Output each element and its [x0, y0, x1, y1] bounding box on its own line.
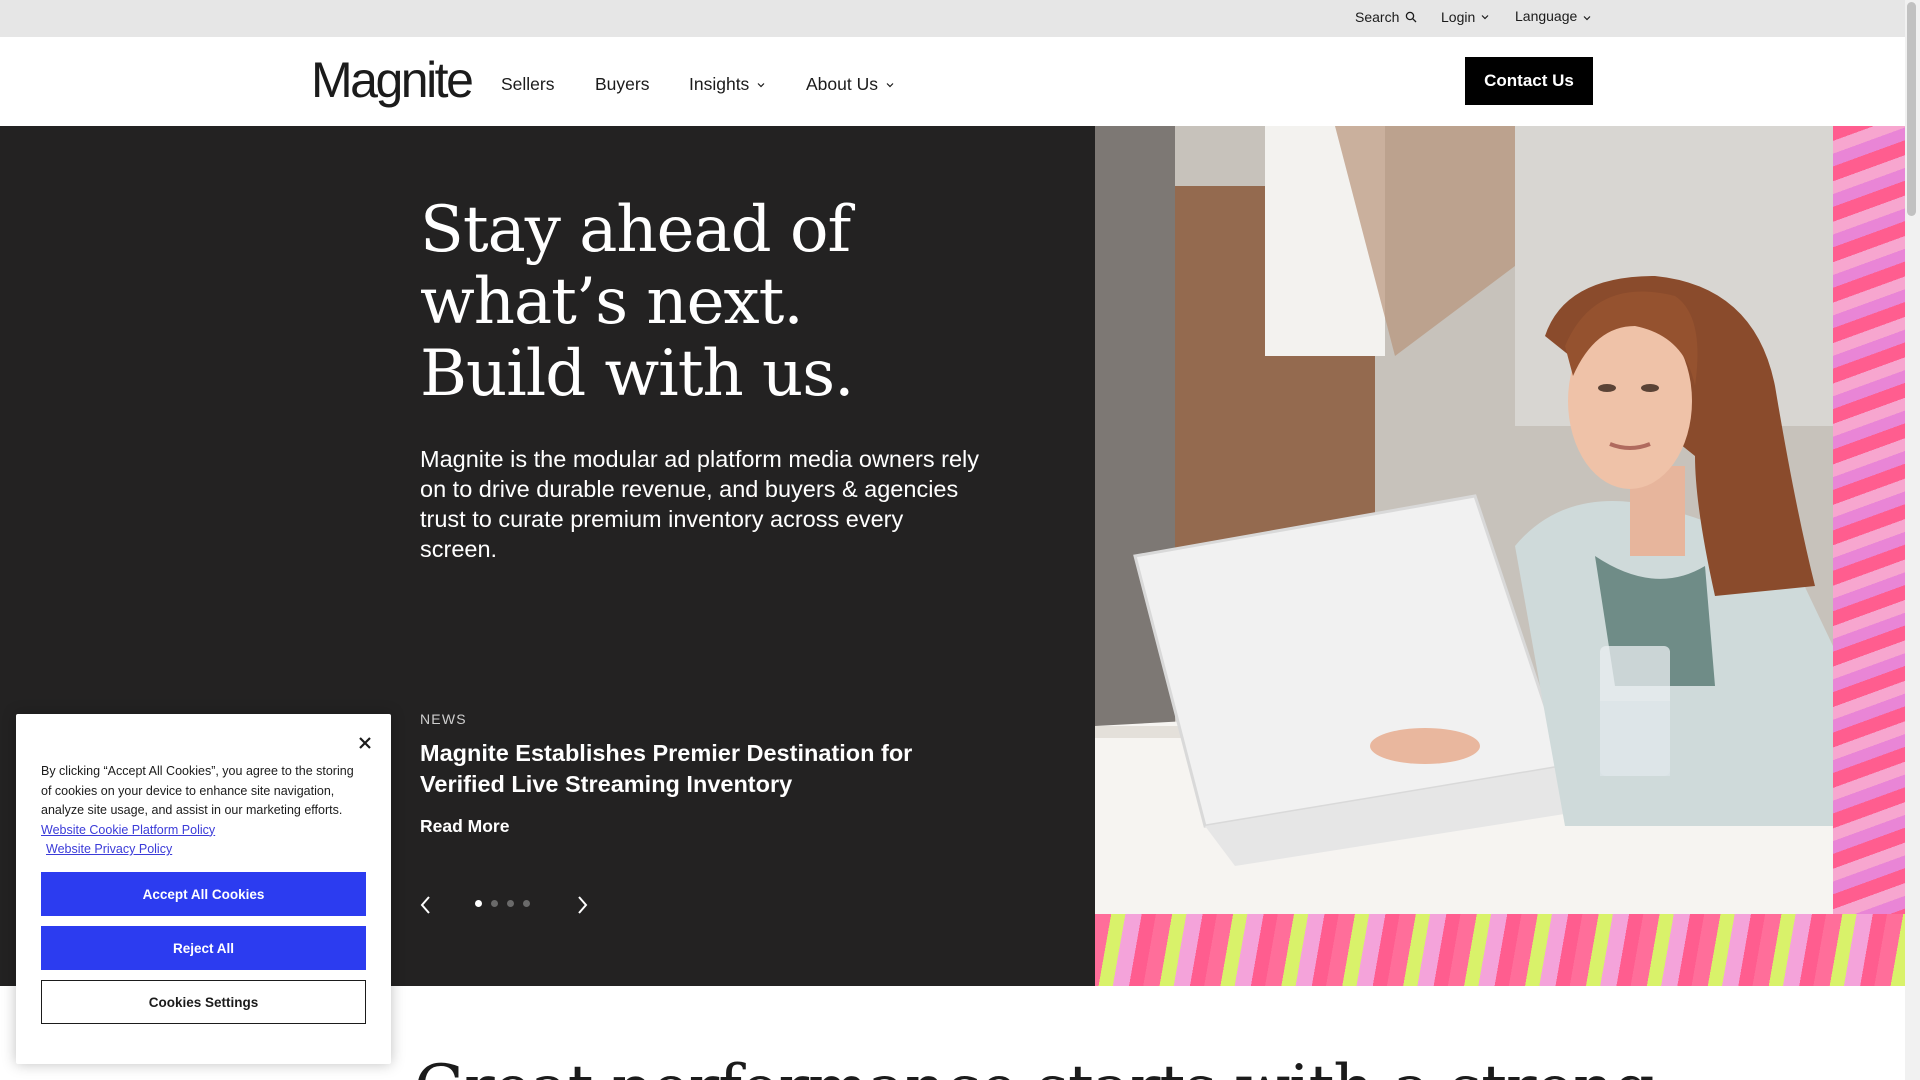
search-label: Search	[1355, 9, 1400, 25]
utility-bar: Search Login Language	[0, 0, 1905, 37]
hero-title: Stay ahead of what’s next. Build with us…	[420, 194, 940, 410]
scrollbar-thumb[interactable]	[1907, 2, 1916, 216]
nav-buyers-label: Buyers	[595, 74, 650, 94]
hero-title-line: Build with us.	[420, 337, 854, 411]
reject-all-button[interactable]: Reject All	[41, 926, 366, 970]
section-heading: Great performance starts with a strong	[414, 1052, 1654, 1080]
hero-title-line: Stay ahead of	[420, 193, 851, 267]
carousel-dot[interactable]	[523, 900, 530, 907]
accept-all-cookies-button[interactable]: Accept All Cookies	[41, 872, 366, 916]
cookie-policy-link[interactable]: Website Cookie Platform Policy	[41, 823, 215, 837]
chevron-left-icon[interactable]	[416, 893, 436, 917]
hero-image	[1095, 126, 1905, 986]
carousel-dots	[475, 900, 530, 907]
nav-sellers-label: Sellers	[501, 74, 555, 94]
nav-about-label: About Us	[806, 74, 878, 94]
nav-about-us[interactable]: About Us	[806, 74, 894, 95]
carousel-dot[interactable]	[491, 900, 498, 907]
cookie-text: By clicking “Accept All Cookies”, you ag…	[41, 762, 356, 860]
hero-title-line: what’s next.	[420, 265, 804, 339]
language-menu[interactable]: Language	[1515, 8, 1591, 24]
nav-sellers[interactable]: Sellers	[501, 74, 555, 95]
language-label: Language	[1515, 8, 1578, 24]
magnite-logo[interactable]: Magnite	[311, 55, 474, 105]
carousel-dot[interactable]	[475, 900, 482, 907]
chevron-down-icon	[1481, 15, 1489, 20]
photo-illustration	[1095, 126, 1833, 914]
woman-at-laptop-photo	[1095, 126, 1833, 914]
decorative-swirl	[1833, 126, 1905, 986]
login-menu[interactable]: Login	[1441, 9, 1489, 25]
chevron-down-icon	[1583, 16, 1591, 21]
privacy-policy-link[interactable]: Website Privacy Policy	[46, 842, 172, 856]
search-icon	[1406, 11, 1417, 23]
decorative-swirl	[1095, 914, 1905, 986]
news-label: NEWS	[420, 711, 467, 727]
chevron-down-icon	[757, 82, 765, 87]
read-more-link[interactable]: Read More	[420, 816, 509, 837]
main-header: Magnite Sellers Buyers Insights About Us…	[0, 37, 1905, 126]
nav-buyers[interactable]: Buyers	[595, 74, 649, 95]
close-icon[interactable]	[356, 734, 374, 752]
search-link[interactable]: Search	[1355, 9, 1417, 25]
cookie-banner: By clicking “Accept All Cookies”, you ag…	[16, 714, 391, 1064]
login-label: Login	[1441, 9, 1476, 25]
contact-us-button[interactable]: Contact Us	[1465, 57, 1593, 105]
hero-description: Magnite is the modular ad platform media…	[420, 446, 980, 562]
news-title[interactable]: Magnite Establishes Premier Destination …	[420, 738, 960, 800]
chevron-right-icon[interactable]	[572, 893, 592, 917]
nav-insights[interactable]: Insights	[689, 74, 765, 95]
nav-insights-label: Insights	[689, 74, 750, 94]
cookie-description: By clicking “Accept All Cookies”, you ag…	[41, 764, 354, 817]
cookies-settings-button[interactable]: Cookies Settings	[41, 980, 366, 1024]
chevron-down-icon	[886, 82, 894, 87]
carousel-dot[interactable]	[507, 900, 514, 907]
